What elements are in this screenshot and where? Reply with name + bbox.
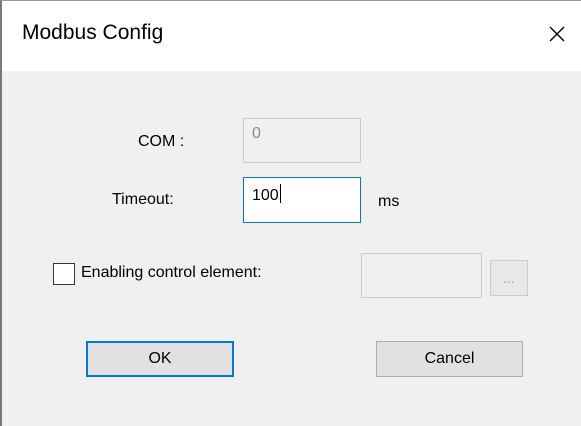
- title-bar: Modbus Config: [2, 1, 581, 71]
- timeout-value: 100: [252, 187, 279, 204]
- timeout-field[interactable]: 100: [243, 177, 361, 223]
- close-icon: [549, 26, 565, 42]
- close-button[interactable]: [539, 16, 575, 52]
- browse-button: ...: [490, 260, 528, 296]
- timeout-label: Timeout:: [112, 191, 174, 208]
- ok-button[interactable]: OK: [86, 341, 234, 377]
- enabling-control-label: Enabling control element:: [81, 264, 262, 281]
- window-title: Modbus Config: [22, 21, 164, 44]
- timeout-unit: ms: [378, 193, 400, 210]
- com-label: COM :: [138, 133, 185, 150]
- modbus-config-dialog: Modbus Config COM : 0 Timeout: 100 ms En…: [0, 0, 581, 426]
- browse-label: ...: [503, 270, 515, 286]
- com-field: 0: [243, 118, 361, 163]
- com-value: 0: [252, 125, 261, 142]
- text-caret: [279, 184, 281, 203]
- enabling-control-field: [361, 253, 482, 298]
- enabling-control-checkbox[interactable]: [53, 263, 75, 285]
- cancel-button[interactable]: Cancel: [376, 341, 523, 377]
